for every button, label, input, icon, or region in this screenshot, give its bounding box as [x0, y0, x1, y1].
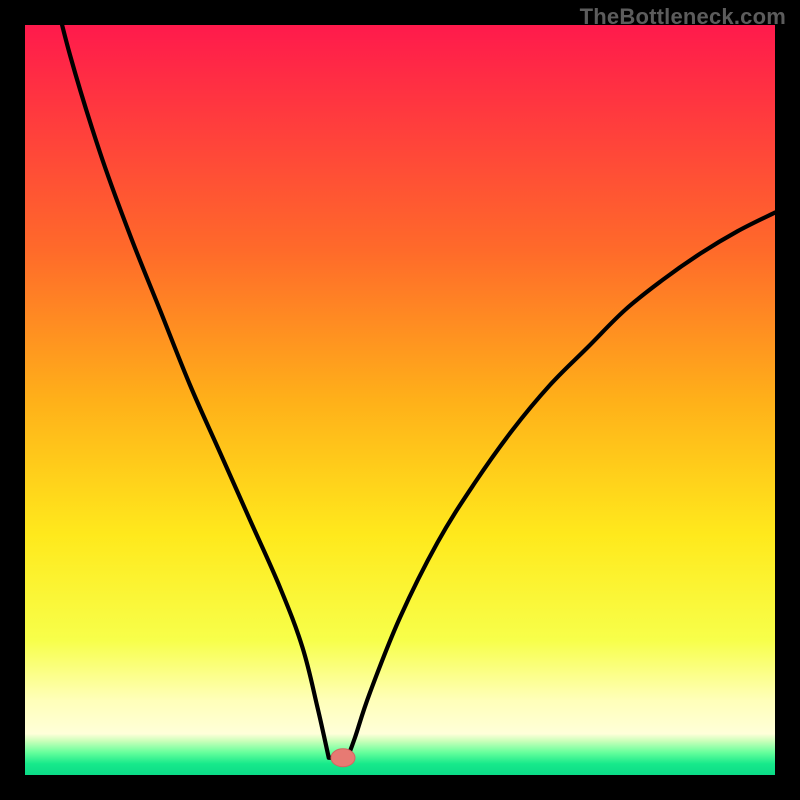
- bottleneck-chart: [25, 25, 775, 775]
- optimal-point-marker: [331, 749, 355, 767]
- plot-area: [25, 25, 775, 775]
- chart-frame: TheBottleneck.com: [0, 0, 800, 800]
- gradient-background: [25, 25, 775, 775]
